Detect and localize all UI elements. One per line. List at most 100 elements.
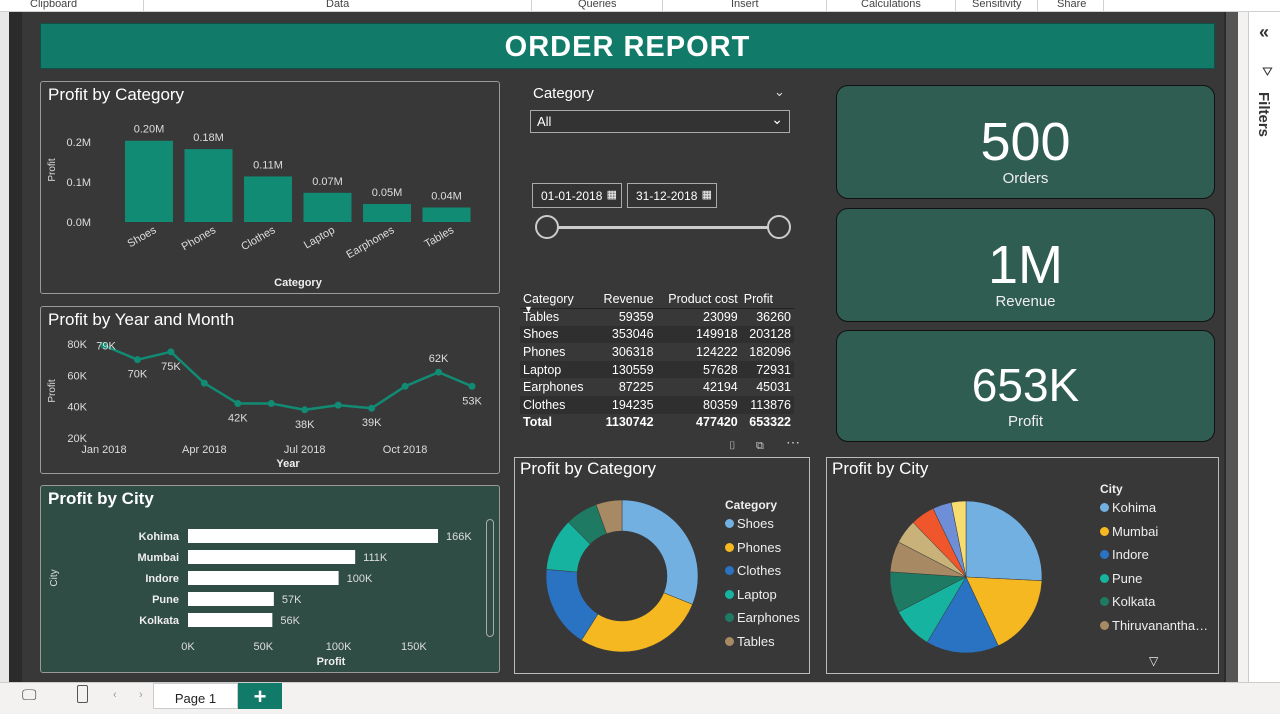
more-options-icon[interactable]: ⋯ [786,434,800,451]
column-header[interactable]: Revenue [594,282,657,309]
y-axis-title: Profit [47,158,58,182]
x-tick-label: Oct 2018 [383,444,428,456]
legend-label: Pune [1112,570,1143,586]
date-range-start-handle[interactable] [535,215,559,239]
ribbon-data[interactable]: Data [326,0,349,10]
profit-by-city-pie-chart[interactable]: Profit by City City Kohima Mumbai Indore Pu… [826,457,1219,674]
data-label: 100K [347,573,373,585]
category-selected-value: All [537,114,552,129]
report-title: ORDER REPORT [40,23,1215,69]
date-range-end-handle[interactable] [767,215,791,239]
legend-item[interactable]: Earphones [725,610,800,625]
profit-by-year-month-line-chart[interactable]: Profit by Year and Month 20K 40K 60K 80K Jan… [40,306,500,474]
pie-slice [965,500,1043,581]
left-strip [0,12,9,682]
ribbon: Clipboard Data Queries Insert Calculatio… [0,0,1280,12]
bar [184,149,233,222]
y-tick-label: Pune [152,594,179,606]
kpi-revenue-card[interactable]: 1M Revenue [836,208,1215,322]
legend-label: Kohima [1112,500,1157,515]
ribbon-calculations[interactable]: Calculations [861,0,921,10]
legend-item[interactable]: Kolkata [1100,594,1155,609]
data-label: 0.07M [312,176,343,188]
column-header[interactable]: Profit [740,282,794,309]
legend-dot-icon [1100,503,1109,512]
legend-label: Kolkata [1112,594,1156,610]
prev-page-icon[interactable]: ‹ [113,689,117,701]
x-axis-title: Year [276,458,300,470]
calendar-icon[interactable]: ▦ [607,188,617,201]
end-date-input[interactable]: 31-12-2018 ▦ [627,183,717,208]
focus-mode-icon[interactable]: ⧉ [756,440,764,453]
data-label: 79K [96,341,116,353]
legend-label: Laptop [737,586,777,602]
table-row[interactable]: Phones 306318 124222 182096 [520,343,794,361]
legend-item[interactable]: Shoes [725,516,774,531]
table-row[interactable]: Clothes 194235 80359 113876 [520,395,794,414]
legend-item[interactable]: Laptop [725,587,777,602]
filters-label[interactable]: Filters [1255,92,1272,137]
data-label: 56K [280,615,300,627]
table-row[interactable]: Laptop 130559 57628 72931 [520,360,794,379]
profit-by-category-bar-chart[interactable]: Profit by Category 0.0M 0.1M 0.2M 0.20M Shoe… [40,81,500,294]
y-tick-label: Kohima [139,531,180,543]
kpi-value: 653K [971,359,1080,411]
x-tick-label: Laptop [302,224,337,251]
desktop-view-icon[interactable]: 🖵 [22,687,36,704]
kpi-value: 1M [987,235,1063,295]
chevron-down-icon[interactable]: ⌄ [774,84,785,100]
ribbon-sensitivity[interactable]: Sensitivity [972,0,1022,10]
ribbon-share[interactable]: Share [1057,0,1086,10]
y-tick-label: Kolkata [139,615,180,627]
calendar-icon[interactable]: ▦ [702,188,712,201]
bar [422,207,471,222]
table-total-row: Total 1130742 477420 653322 [523,415,791,430]
double-chevron-left-icon[interactable]: « [1259,22,1269,43]
legend-label: Mumbai [1112,523,1159,539]
y-tick-label: 60K [67,370,87,382]
legend-label: Indore [1112,547,1149,563]
legend-item[interactable]: Indore [1100,547,1149,562]
next-page-icon[interactable]: › [139,689,143,701]
y-tick-label: 0.1M [67,177,91,189]
y-tick-label: 0.0M [67,217,91,229]
page-tab[interactable]: Page 1 [153,683,238,709]
bar [188,550,356,564]
legend-item[interactable]: Pune [1100,571,1142,586]
kpi-orders-card[interactable]: 500 Orders [836,85,1215,199]
legend-dot-icon [725,566,734,576]
legend-item[interactable]: Clothes [725,563,781,578]
category-dropdown[interactable]: All ⌄ [530,110,790,133]
ribbon-queries[interactable]: Queries [578,0,617,10]
table-row[interactable]: Shoes 353046 149918 203128 [520,325,794,344]
table-row[interactable]: Tables 59359 23099 36260 [520,308,794,326]
table-row[interactable]: Earphones 87225 42194 45031 [520,378,794,396]
legend-scroll-down-icon[interactable]: ▽ [1149,654,1158,668]
data-point [368,404,376,412]
filters-pane[interactable]: « ⛛ Filters [1248,12,1280,682]
category-table: Category ▼ Revenue Product cost Profit Ta… [520,282,794,431]
start-date-input[interactable]: 01-01-2018 ▦ [532,183,622,208]
legend-item[interactable]: Phones [725,540,781,555]
bar [188,529,438,543]
kpi-profit-card[interactable]: 653K Profit [836,330,1215,442]
ribbon-insert[interactable]: Insert [731,0,759,10]
legend-item[interactable]: Kohima [1100,500,1156,515]
profit-by-city-bar-chart[interactable]: Profit by City Kohima 166K Mumbai 111K Indor… [40,485,500,673]
column-header[interactable]: Category ▼ [520,282,595,314]
mobile-view-icon[interactable] [77,685,88,703]
column-header[interactable]: Product cost [656,282,741,309]
legend-item[interactable]: Tables [725,634,775,649]
ribbon-clipboard[interactable]: Clipboard [30,0,77,10]
pie-slice [581,592,693,653]
page-tab-bar: 🖵 ‹ › Page 1 + [0,682,1280,709]
add-page-button[interactable]: + [238,683,282,709]
filter-pin-icon[interactable]: ⌷ [729,440,736,453]
legend-title: City [1100,482,1123,496]
legend-dot-icon [1100,526,1109,536]
legend-item[interactable]: Mumbai [1100,524,1158,539]
data-point [468,382,476,390]
scrollbar[interactable] [486,519,494,637]
legend-item[interactable]: Thiruvanantha… [1100,618,1208,633]
profit-by-category-donut-chart[interactable]: Profit by Category Category Shoes Phones C… [514,457,810,674]
